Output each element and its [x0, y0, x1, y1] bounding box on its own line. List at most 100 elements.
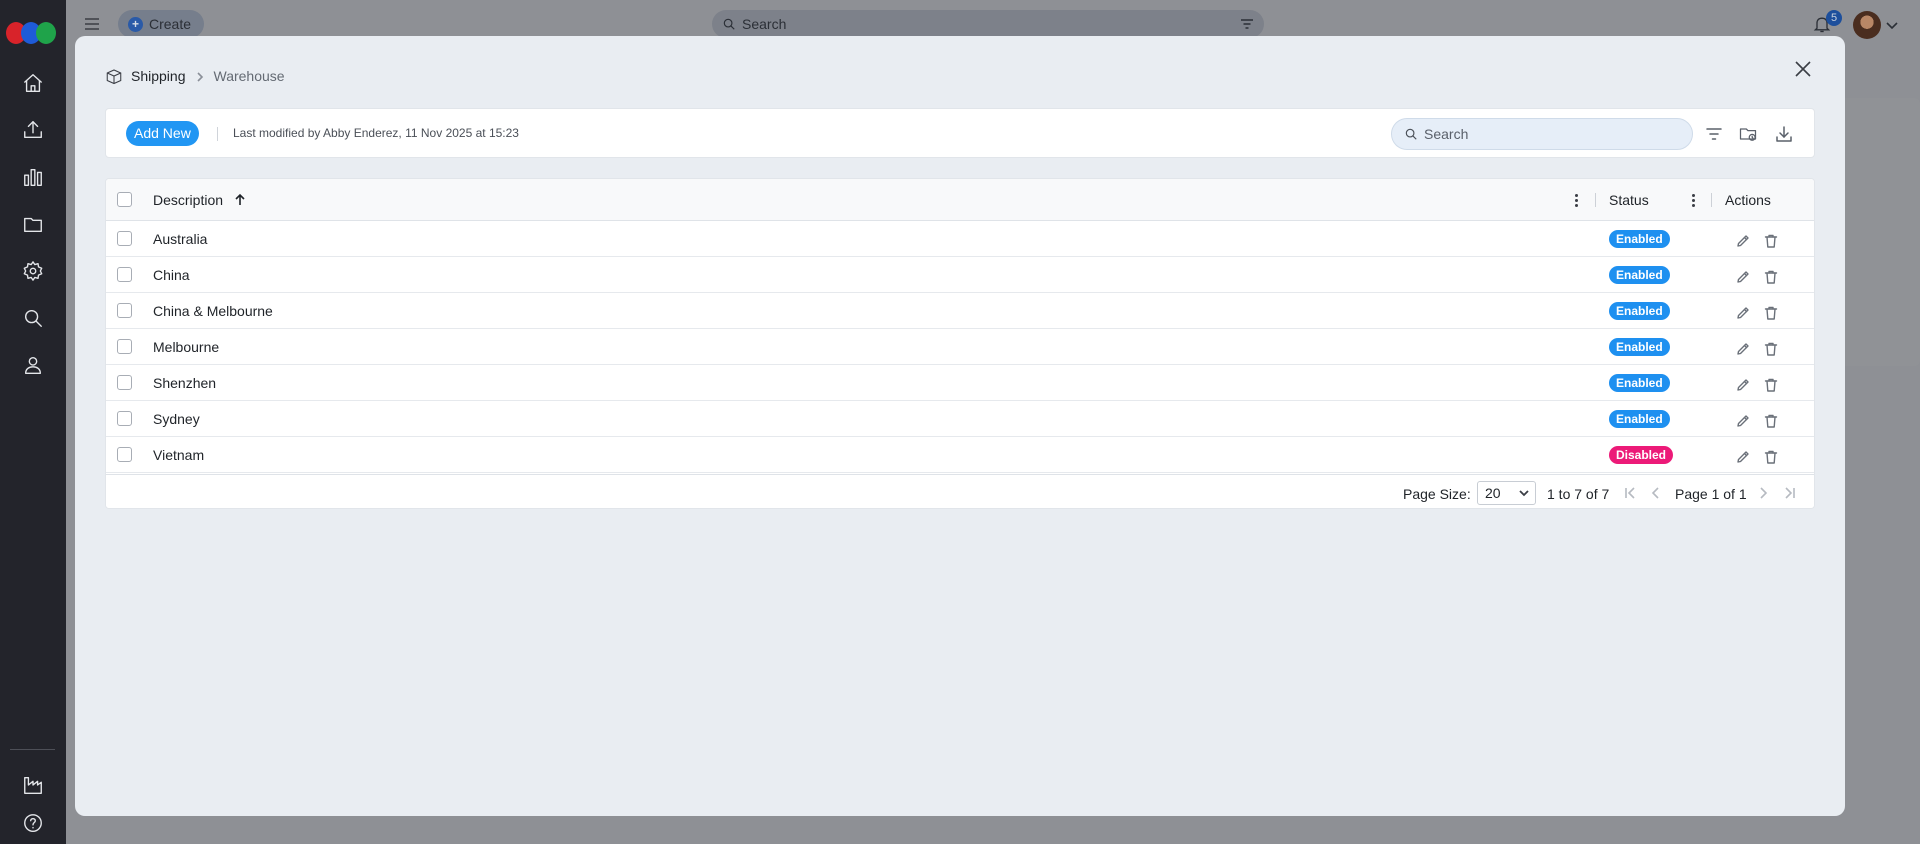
search-icon[interactable] — [20, 305, 46, 331]
row-checkbox[interactable] — [117, 267, 132, 282]
page-size-select[interactable]: 20 — [1477, 481, 1536, 505]
download-icon[interactable] — [1773, 123, 1795, 145]
factory-icon[interactable] — [20, 772, 46, 798]
bar-chart-icon[interactable] — [20, 164, 46, 190]
notification-badge: 5 — [1826, 10, 1842, 26]
status-badge: Enabled — [1609, 374, 1670, 392]
edit-icon[interactable] — [1735, 449, 1751, 465]
filter-icon[interactable] — [1703, 123, 1725, 145]
trash-icon[interactable] — [1763, 413, 1779, 429]
breadcrumb-parent[interactable]: Shipping — [131, 68, 186, 84]
global-search[interactable]: Search — [712, 10, 1264, 38]
breadcrumb: Shipping Warehouse — [105, 67, 285, 85]
trash-icon[interactable] — [1763, 269, 1779, 285]
edit-icon[interactable] — [1735, 413, 1751, 429]
add-new-button[interactable]: Add New — [126, 121, 199, 146]
close-icon[interactable] — [1793, 59, 1815, 81]
upload-icon[interactable] — [20, 117, 46, 143]
search-icon — [1405, 128, 1417, 140]
create-button[interactable]: + Create — [118, 10, 204, 38]
status-badge: Enabled — [1609, 302, 1670, 320]
table-row[interactable]: Melbourne Enabled — [106, 329, 1814, 365]
status-badge: Enabled — [1609, 410, 1670, 428]
status-badge: Enabled — [1609, 266, 1670, 284]
column-menu-icon[interactable] — [1571, 191, 1581, 209]
column-header-actions: Actions — [1725, 192, 1771, 208]
edit-icon[interactable] — [1735, 377, 1751, 393]
first-page-icon[interactable] — [1623, 486, 1637, 500]
global-search-placeholder: Search — [742, 16, 787, 32]
row-description: China — [153, 267, 190, 283]
row-checkbox[interactable] — [117, 339, 132, 354]
grid-header: Description Status Actions — [106, 179, 1814, 221]
user-icon[interactable] — [20, 352, 46, 378]
arrow-up-icon — [235, 193, 245, 205]
prev-page-icon[interactable] — [1649, 486, 1663, 500]
trash-icon[interactable] — [1763, 377, 1779, 393]
column-resize-handle[interactable] — [1595, 193, 1596, 207]
warehouse-grid: Description Status Actions Australia Enab… — [105, 178, 1815, 509]
trash-icon[interactable] — [1763, 341, 1779, 357]
filter-icon[interactable] — [1240, 17, 1254, 31]
grid-search[interactable] — [1391, 118, 1693, 150]
table-row[interactable]: Vietnam Disabled — [106, 437, 1814, 473]
next-page-icon[interactable] — [1756, 486, 1770, 500]
trash-icon[interactable] — [1763, 449, 1779, 465]
edit-icon[interactable] — [1735, 305, 1751, 321]
chevron-down-icon[interactable] — [1886, 18, 1898, 30]
sidebar-divider — [10, 749, 55, 750]
home-icon[interactable] — [20, 70, 46, 96]
status-badge: Enabled — [1609, 338, 1670, 356]
last-modified-text: Last modified by Abby Enderez, 11 Nov 20… — [233, 126, 519, 140]
search-icon — [723, 18, 735, 30]
row-checkbox[interactable] — [117, 231, 132, 246]
chevron-right-icon — [194, 70, 206, 82]
table-row[interactable]: Sydney Enabled — [106, 401, 1814, 437]
box-icon — [106, 69, 122, 85]
row-checkbox[interactable] — [117, 375, 132, 390]
column-menu-icon[interactable] — [1688, 191, 1698, 209]
folder-icon[interactable] — [20, 211, 46, 237]
table-row[interactable]: Shenzhen Enabled — [106, 365, 1814, 401]
trash-icon[interactable] — [1763, 233, 1779, 249]
edit-icon[interactable] — [1735, 341, 1751, 357]
page-info: Page 1 of 1 — [1675, 486, 1747, 502]
status-badge: Disabled — [1609, 446, 1674, 464]
plus-icon: + — [128, 16, 143, 32]
menu-toggle-icon[interactable] — [83, 15, 101, 33]
row-description: Shenzhen — [153, 375, 217, 391]
saved-views-icon[interactable] — [1737, 123, 1759, 145]
help-icon[interactable] — [20, 810, 46, 836]
trash-icon[interactable] — [1763, 305, 1779, 321]
column-resize-handle[interactable] — [1711, 193, 1712, 207]
warehouse-modal: Shipping Warehouse Add New Last modified… — [75, 36, 1845, 816]
table-row[interactable]: China Enabled — [106, 257, 1814, 293]
select-all-checkbox[interactable] — [117, 192, 132, 207]
last-page-icon[interactable] — [1783, 486, 1797, 500]
column-header-description[interactable]: Description — [153, 192, 247, 208]
row-description: Sydney — [153, 411, 200, 427]
row-checkbox[interactable] — [117, 303, 132, 318]
status-badge: Enabled — [1609, 230, 1670, 248]
edit-icon[interactable] — [1735, 233, 1751, 249]
table-row[interactable]: Australia Enabled — [106, 221, 1814, 257]
edit-icon[interactable] — [1735, 269, 1751, 285]
avatar[interactable] — [1853, 11, 1881, 39]
app-logo[interactable] — [6, 22, 58, 44]
pagination-bar: Page Size: 20 1 to 7 of 7 Page 1 of 1 — [106, 474, 1814, 508]
row-range: 1 to 7 of 7 — [1547, 486, 1610, 502]
column-header-status[interactable]: Status — [1609, 192, 1649, 208]
page-size-label: Page Size: — [1403, 486, 1471, 502]
row-checkbox[interactable] — [117, 447, 132, 462]
row-checkbox[interactable] — [117, 411, 132, 426]
row-description: Vietnam — [153, 447, 205, 463]
app-sidebar — [0, 0, 66, 844]
chevron-down-icon — [1519, 490, 1529, 497]
toolbar-divider — [217, 127, 218, 141]
breadcrumb-current: Warehouse — [213, 68, 285, 84]
grid-search-input[interactable] — [1424, 126, 1674, 142]
grid-toolbar: Add New Last modified by Abby Enderez, 1… — [105, 108, 1815, 158]
gear-icon[interactable] — [20, 258, 46, 284]
row-description: Australia — [153, 231, 208, 247]
table-row[interactable]: China & Melbourne Enabled — [106, 293, 1814, 329]
